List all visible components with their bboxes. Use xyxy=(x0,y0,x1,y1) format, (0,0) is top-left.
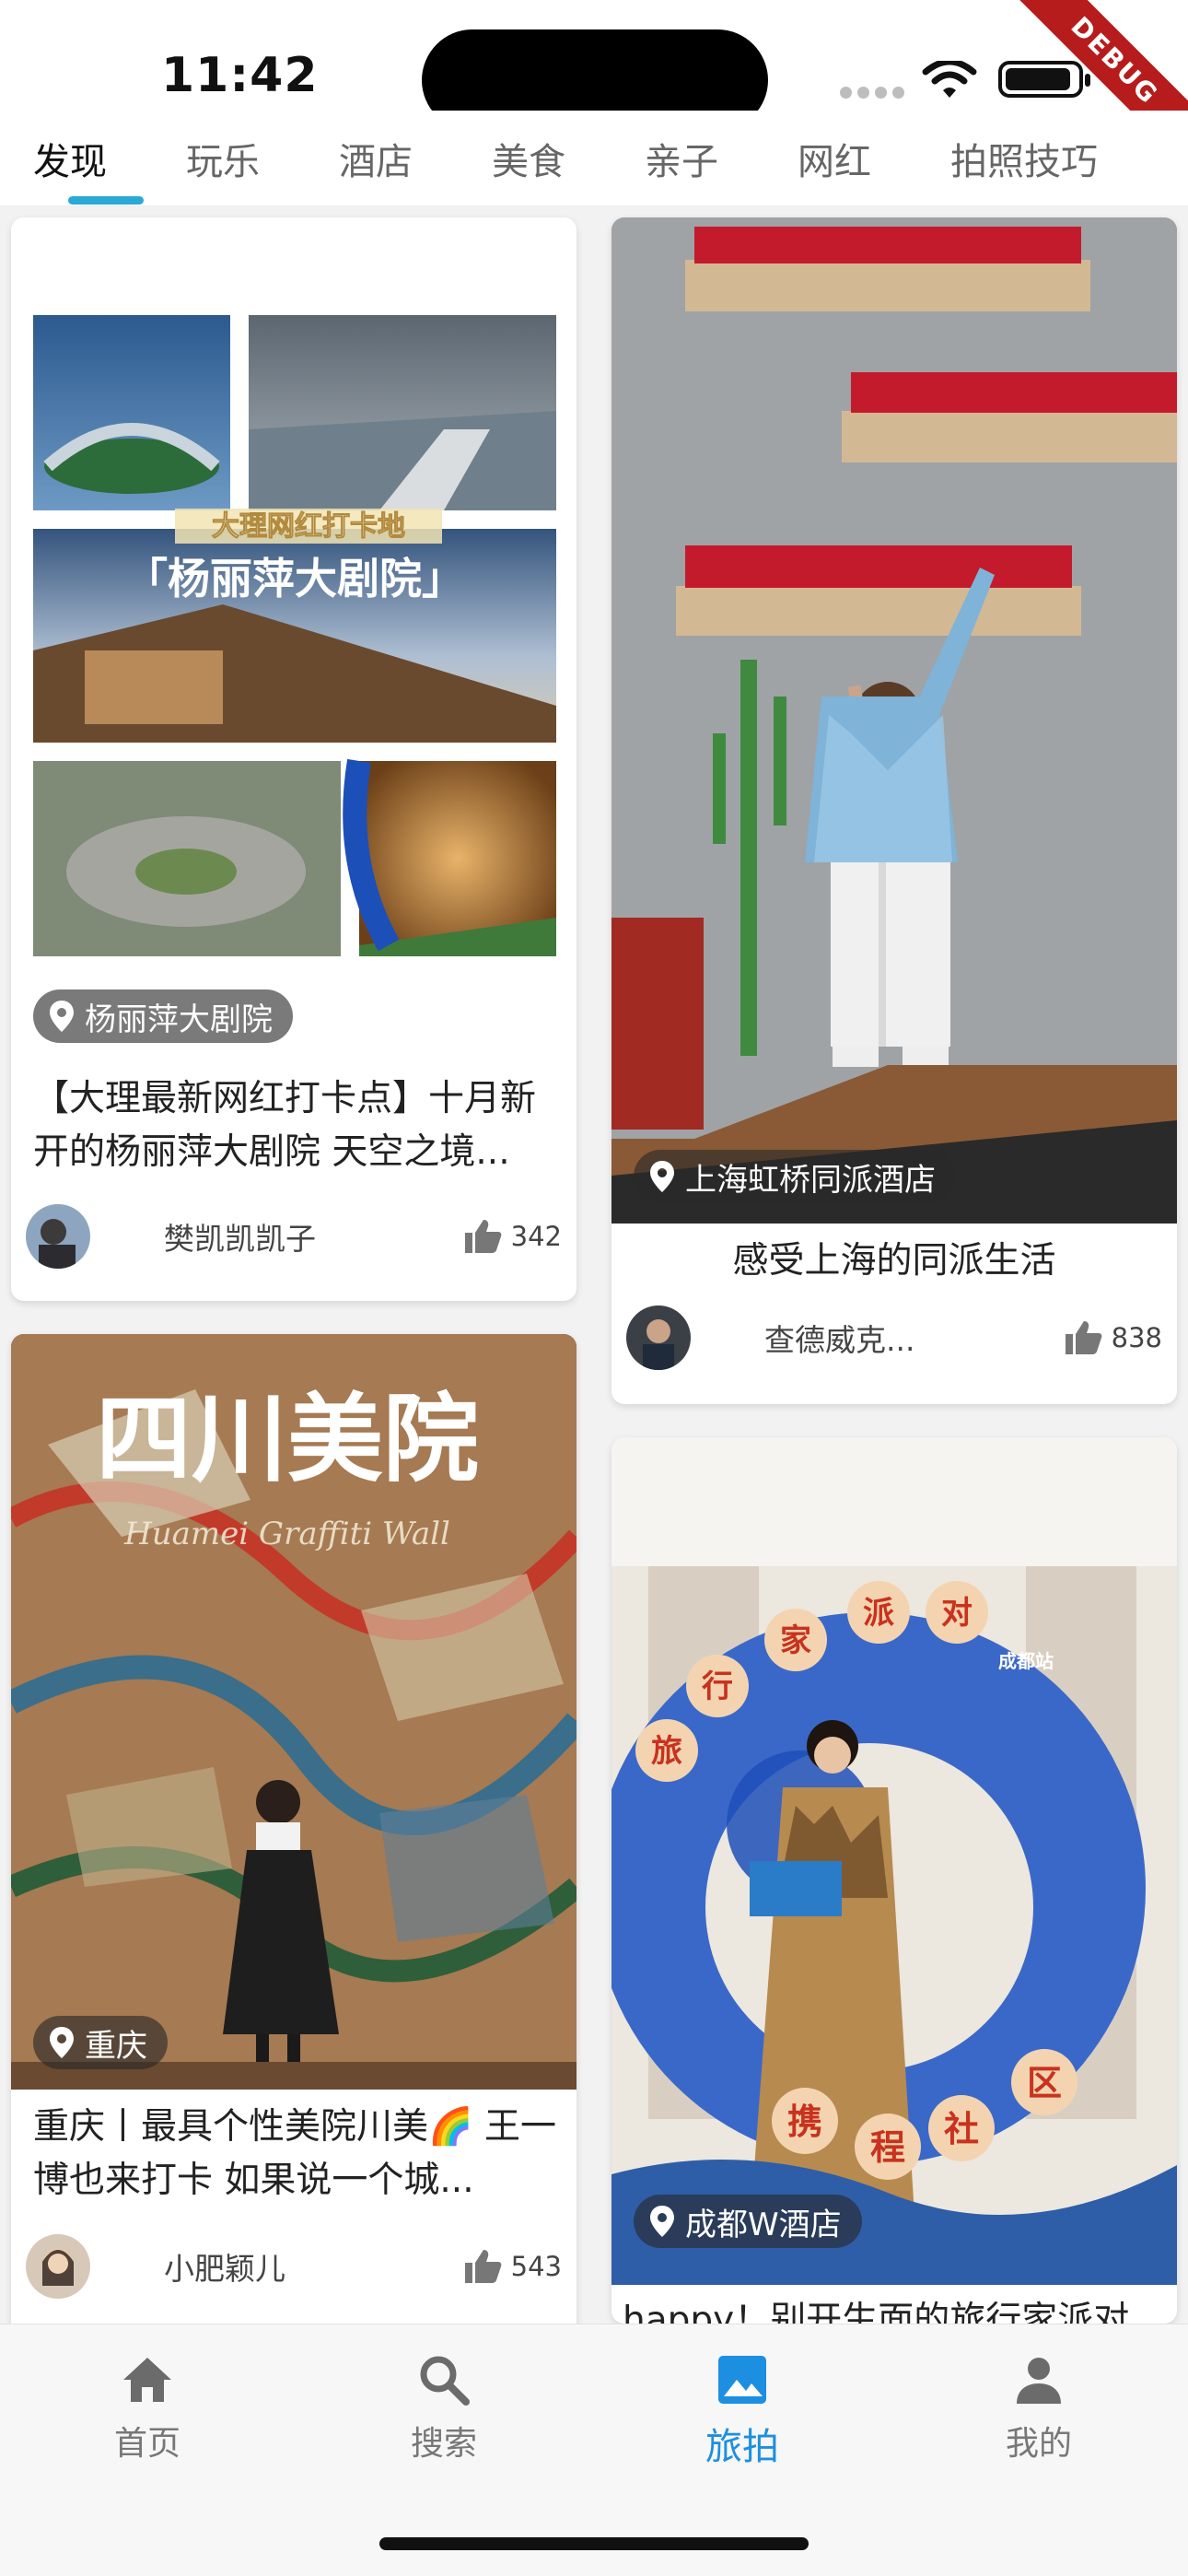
card-image: 大理网红打卡地 「杨丽萍大剧院」 xyxy=(11,217,577,1065)
person-icon xyxy=(1017,2358,1061,2404)
card-title[interactable]: 重庆丨最具个性美院川美🌈 王一博也来打卡 如果说一个城... xyxy=(33,2101,558,2207)
svg-text:行: 行 xyxy=(702,1669,733,1705)
svg-text:家: 家 xyxy=(780,1622,811,1659)
location-label: 重庆 xyxy=(85,2027,147,2065)
author-name[interactable]: 查德威克... xyxy=(764,1316,1066,1360)
card-title[interactable]: 感受上海的同派生活 xyxy=(611,1235,1177,1288)
thumbs-up-icon xyxy=(464,1220,502,1253)
avatar[interactable] xyxy=(626,1306,691,1370)
svg-text:对: 对 xyxy=(941,1595,973,1632)
wifi-icon xyxy=(922,61,977,98)
image-sign: 成都站 xyxy=(998,1650,1054,1672)
thumbs-up-icon xyxy=(1065,1321,1102,1354)
image-caption: 大理网红打卡地 xyxy=(212,510,405,543)
feed-card-2[interactable]: 上海虹桥同派酒店 感受上海的同派生活 查德威克... 838 xyxy=(611,217,1177,1404)
svg-text:区: 区 xyxy=(1027,2063,1062,2103)
card-title[interactable]: 【大理最新网红打卡点】十月新开的杨丽萍大剧院 天空之境... xyxy=(33,1072,558,1179)
svg-text:社: 社 xyxy=(944,2109,979,2149)
location-pin-icon xyxy=(650,2206,674,2237)
location-tag[interactable]: 成都W酒店 xyxy=(634,2195,862,2248)
nav-search[interactable]: 搜索 xyxy=(352,2350,536,2465)
nav-travel-photo[interactable]: 旅拍 xyxy=(650,2350,834,2470)
like-count[interactable]: 342 xyxy=(464,1220,562,1253)
location-tag[interactable]: 重庆 xyxy=(33,2016,168,2069)
image-headline: 四川美院 xyxy=(96,1382,479,1495)
author-name[interactable]: 小肥颖儿 xyxy=(164,2244,465,2289)
card-image: 旅 行 家 派 对 成都站 携 程 社 区 xyxy=(611,1437,1177,2285)
svg-text:携: 携 xyxy=(787,2102,822,2142)
svg-text:派: 派 xyxy=(863,1595,894,1632)
image-headline: 「杨丽萍大剧院」 xyxy=(125,554,464,603)
feed-card-4[interactable]: 旅 行 家 派 对 成都站 携 程 社 区 成都W酒店 happy！别开生面的旅… xyxy=(611,1437,1177,2324)
image-script: Huamei Graffiti Wall xyxy=(123,1516,450,1552)
tab-hotel[interactable]: 酒店 xyxy=(339,111,413,206)
location-pin-icon xyxy=(650,1161,674,1192)
card-image: 四川美院 Huamei Graffiti Wall xyxy=(11,1334,577,2090)
search-icon xyxy=(420,2356,470,2406)
home-icon xyxy=(123,2358,171,2402)
card-title[interactable]: happy！别开生面的旅行家派对 xyxy=(623,2294,1159,2324)
author-name[interactable]: 樊凯凯凯子 xyxy=(164,1214,465,1259)
battery-icon xyxy=(998,61,1090,98)
location-tag[interactable]: 杨丽萍大剧院 xyxy=(33,989,293,1043)
card-image xyxy=(611,217,1177,1224)
category-tabs: 发现 玩乐 酒店 美食 亲子 网红 拍照技巧 xyxy=(0,111,1188,206)
svg-text:程: 程 xyxy=(870,2127,905,2168)
tab-photo-tips[interactable]: 拍照技巧 xyxy=(950,111,1098,206)
tab-family[interactable]: 亲子 xyxy=(645,111,718,206)
location-label: 上海虹桥同派酒店 xyxy=(685,1161,936,1199)
location-pin-icon xyxy=(50,2027,74,2058)
author-row: 查德威克... 838 xyxy=(626,1303,1162,1373)
thumbs-up-icon xyxy=(464,2250,502,2283)
tab-influencer[interactable]: 网红 xyxy=(798,111,871,206)
location-label: 杨丽萍大剧院 xyxy=(85,1001,273,1038)
home-indicator xyxy=(379,2537,809,2550)
svg-text:旅: 旅 xyxy=(651,1733,682,1770)
feed-card-3[interactable]: 四川美院 Huamei Graffiti Wall 重庆 重庆丨最具个性美院川美… xyxy=(11,1334,577,2366)
tab-food[interactable]: 美食 xyxy=(492,111,565,206)
nav-home[interactable]: 首页 xyxy=(55,2350,239,2465)
tab-discover[interactable]: 发现 xyxy=(33,111,144,206)
like-count[interactable]: 543 xyxy=(464,2250,562,2283)
signal-icon xyxy=(840,87,904,99)
like-count[interactable]: 838 xyxy=(1065,1321,1162,1354)
status-time: 11:42 xyxy=(161,48,319,103)
avatar[interactable] xyxy=(26,1204,90,1269)
avatar[interactable] xyxy=(26,2234,90,2299)
location-pin-icon xyxy=(50,1001,74,1032)
author-row: 樊凯凯凯子 342 xyxy=(26,1201,562,1271)
feed-card-1[interactable]: 大理网红打卡地 「杨丽萍大剧院」 杨丽萍大剧院 【大理最新网红打卡点】十月新开的… xyxy=(11,217,577,1301)
tab-play[interactable]: 玩乐 xyxy=(186,111,260,206)
author-row: 小肥颖儿 543 xyxy=(26,2231,562,2301)
location-tag[interactable]: 上海虹桥同派酒店 xyxy=(634,1150,956,1203)
photo-icon xyxy=(718,2356,766,2404)
location-label: 成都W酒店 xyxy=(685,2206,842,2243)
nav-profile[interactable]: 我的 xyxy=(947,2350,1131,2465)
